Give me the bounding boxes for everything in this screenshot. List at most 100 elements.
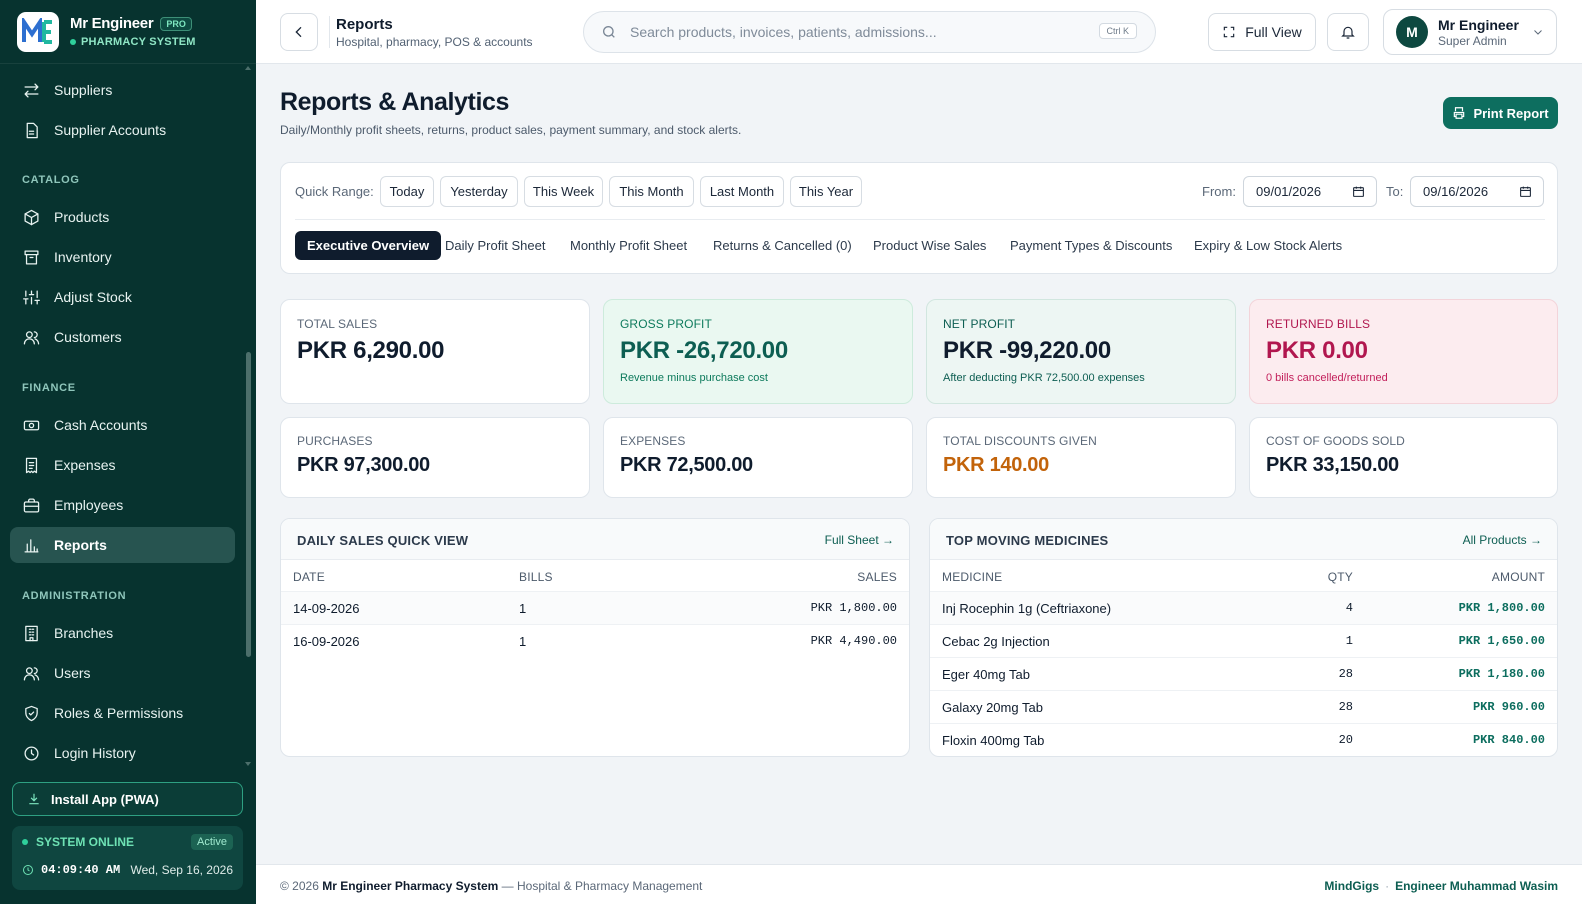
sidebar-item-label: Products — [54, 209, 110, 225]
table-row[interactable]: Floxin 400mg Tab 20 PKR 840.00 — [930, 723, 1557, 756]
range-this-week-button[interactable]: This Week — [524, 176, 603, 207]
cell-medicine: Galaxy 20mg Tab — [942, 700, 1043, 715]
system-status-panel: SYSTEM ONLINE Active 04:09:40 AM Wed, Se… — [12, 826, 243, 890]
stat-card-net-profit: NET PROFIT PKR -99,220.00 After deductin… — [926, 299, 1236, 404]
calendar-icon — [1520, 186, 1531, 197]
brand-header[interactable]: Mr Engineer PRO PHARMACY SYSTEM — [0, 0, 256, 64]
full-view-label: Full View — [1245, 24, 1302, 40]
scroll-down-icon[interactable] — [245, 762, 251, 766]
daily-sales-panel: DAILY SALES QUICK VIEW Full Sheet → DATE… — [280, 518, 910, 757]
tab-payment-types-discounts[interactable]: Payment Types & Discounts — [1010, 231, 1172, 260]
brand-name: Mr Engineer — [70, 15, 154, 32]
sidebar-item-label: Suppliers — [54, 82, 113, 98]
table-row[interactable]: Galaxy 20mg Tab 28 PKR 960.00 — [930, 690, 1557, 723]
scroll-up-icon[interactable] — [245, 66, 251, 70]
table-row[interactable]: Eger 40mg Tab 28 PKR 1,180.00 — [930, 657, 1557, 690]
tab-monthly-profit-sheet[interactable]: Monthly Profit Sheet — [570, 231, 687, 260]
sidebar-item-inventory[interactable]: Inventory — [10, 239, 235, 275]
range-last-month-button[interactable]: Last Month — [700, 176, 784, 207]
stat-label: TOTAL SALES — [297, 317, 378, 331]
sidebar-item-roles-permissions[interactable]: Roles & Permissions — [10, 695, 235, 731]
sidebar-item-users[interactable]: Users — [10, 655, 235, 691]
full-view-button[interactable]: Full View — [1208, 13, 1316, 51]
user-menu[interactable]: M Mr Engineer Super Admin — [1383, 9, 1557, 55]
cell-qty: 28 — [1338, 700, 1353, 714]
stat-value: PKR 6,290.00 — [297, 337, 445, 364]
panel-header: TOP MOVING MEDICINES All Products → — [930, 519, 1557, 560]
back-button[interactable] — [280, 13, 318, 51]
credit-mindgigs-link[interactable]: MindGigs — [1324, 879, 1379, 893]
range-this-year-button[interactable]: This Year — [790, 176, 862, 207]
users-icon — [23, 666, 40, 681]
print-report-button[interactable]: Print Report — [1443, 97, 1558, 129]
sidebar-item-label: Customers — [54, 329, 122, 345]
print-report-label: Print Report — [1473, 105, 1549, 121]
notifications-button[interactable] — [1327, 13, 1369, 51]
all-products-link[interactable]: All Products → — [1463, 533, 1542, 547]
stat-note: Revenue minus purchase cost — [620, 372, 768, 384]
table-row[interactable]: 14-09-2026 1 PKR 1,800.00 — [281, 591, 909, 624]
column-header-sales: SALES — [857, 570, 897, 584]
tab-executive-overview[interactable]: Executive Overview — [295, 231, 442, 260]
cell-amount: PKR 960.00 — [1472, 700, 1545, 714]
brand-subtitle: PHARMACY SYSTEM — [81, 36, 196, 48]
receipt-icon — [25, 457, 38, 473]
divider — [295, 219, 1545, 220]
tab-returns-cancelled[interactable]: Returns & Cancelled (0) — [713, 231, 852, 260]
sidebar-item-branches[interactable]: Branches — [10, 615, 235, 651]
install-app-button[interactable]: Install App (PWA) — [12, 782, 243, 816]
range-this-month-button[interactable]: This Month — [609, 176, 694, 207]
sidebar-item-adjust-stock[interactable]: Adjust Stock — [10, 279, 235, 315]
sidebar-scrollbar[interactable] — [246, 352, 251, 657]
sidebar-item-supplier-accounts[interactable]: Supplier Accounts — [10, 112, 235, 148]
clock-icon — [24, 745, 39, 761]
cell-bills: 1 — [519, 634, 527, 649]
tab-product-wise-sales[interactable]: Product Wise Sales — [873, 231, 986, 260]
clock-icon — [23, 865, 33, 875]
cell-amount: PKR 1,800.00 — [1458, 601, 1545, 615]
from-date-input[interactable]: 09/01/2026 — [1243, 176, 1377, 207]
sidebar-item-customers[interactable]: Customers — [10, 319, 235, 355]
sidebar-item-products[interactable]: Products — [10, 199, 235, 235]
sidebar-item-cash-accounts[interactable]: Cash Accounts — [10, 407, 235, 443]
stat-card-total-discounts: TOTAL DISCOUNTS GIVEN PKR 140.00 — [926, 417, 1236, 498]
global-search[interactable]: Ctrl K — [583, 11, 1156, 53]
search-input[interactable] — [630, 24, 1070, 40]
table-row[interactable]: Cebac 2g Injection 1 PKR 1,650.00 — [930, 624, 1557, 657]
to-date-input[interactable]: 09/16/2026 — [1410, 176, 1544, 207]
stat-label: COST OF GOODS SOLD — [1266, 434, 1405, 448]
box-icon — [24, 209, 39, 225]
pro-badge: PRO — [160, 16, 192, 31]
section-catalog: CATALOG — [22, 174, 80, 186]
status-badge: Active — [191, 834, 233, 850]
sidebar-item-suppliers[interactable]: Suppliers — [10, 72, 235, 108]
sliders-icon — [23, 289, 40, 305]
status-time: 04:09:40 AM — [41, 863, 121, 877]
from-label: From: — [1202, 184, 1236, 199]
chevron-down-icon — [1534, 30, 1542, 35]
tab-expiry-low-stock[interactable]: Expiry & Low Stock Alerts — [1194, 231, 1342, 260]
sidebar-item-expenses[interactable]: Expenses — [10, 447, 235, 483]
full-sheet-link[interactable]: Full Sheet → — [825, 533, 894, 547]
cell-medicine: Inj Rocephin 1g (Ceftriaxone) — [942, 601, 1112, 616]
top-medicines-panel: TOP MOVING MEDICINES All Products → MEDI… — [929, 518, 1558, 757]
table-row[interactable]: Inj Rocephin 1g (Ceftriaxone) 4 PKR 1,80… — [930, 591, 1557, 624]
copyright-text: © 2026 — [280, 879, 319, 893]
cell-sales: PKR 1,800.00 — [810, 601, 897, 615]
credit-author-link[interactable]: Engineer Muhammad Wasim — [1395, 879, 1558, 893]
cell-date: 16-09-2026 — [293, 634, 360, 649]
shield-icon — [25, 705, 38, 721]
stat-card-total-sales: TOTAL SALES PKR 6,290.00 — [280, 299, 590, 404]
table-row[interactable]: 16-09-2026 1 PKR 4,490.00 — [281, 624, 909, 657]
building-icon — [25, 625, 38, 641]
sidebar-item-employees[interactable]: Employees — [10, 487, 235, 523]
range-today-button[interactable]: Today — [380, 176, 434, 207]
sidebar-item-label: Adjust Stock — [54, 289, 132, 305]
sidebar-item-reports[interactable]: Reports — [10, 527, 235, 563]
stat-value: PKR 0.00 — [1266, 337, 1368, 364]
column-header-bills: BILLS — [519, 570, 553, 584]
sidebar-item-login-history[interactable]: Login History — [10, 735, 235, 771]
range-yesterday-button[interactable]: Yesterday — [440, 176, 518, 207]
tab-daily-profit-sheet[interactable]: Daily Profit Sheet — [445, 231, 545, 260]
product-tagline: — Hospital & Pharmacy Management — [501, 879, 703, 893]
